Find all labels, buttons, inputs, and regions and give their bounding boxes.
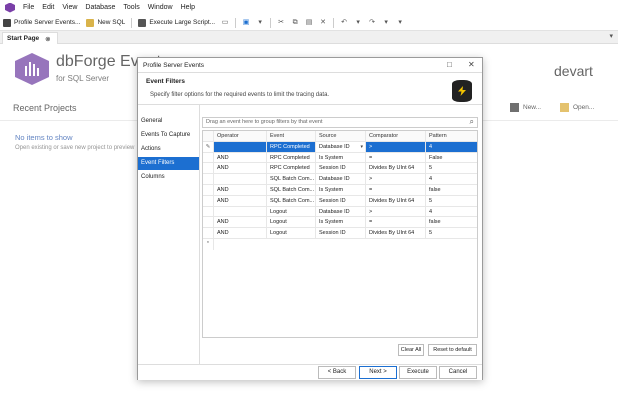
group-by-panel[interactable]: Drag an event here to group filters by t…: [202, 117, 478, 128]
new-sql-icon: [86, 18, 95, 27]
toolbar-separator: [131, 17, 133, 28]
menu-window[interactable]: Window: [144, 4, 177, 11]
close-icon[interactable]: ✕: [468, 60, 475, 69]
table-row[interactable]: Logout Database ID > 4: [203, 206, 477, 218]
table-row[interactable]: SQL Batch Com... Database ID > 4: [203, 174, 477, 185]
group-by-placeholder: Drag an event here to group filters by t…: [206, 119, 323, 125]
chevron-down-icon[interactable]: ▾: [360, 142, 363, 152]
next-button[interactable]: Next >: [359, 366, 397, 379]
redo-icon[interactable]: ↷: [366, 17, 378, 29]
execute-script-icon: [138, 18, 147, 27]
toolbar: Profile Server Events... New SQL Execute…: [0, 15, 618, 31]
column-event[interactable]: Event: [267, 131, 316, 141]
undo-dropdown-icon[interactable]: ▾: [352, 17, 364, 29]
column-source[interactable]: Source: [316, 131, 366, 141]
dropdown-arrow-icon[interactable]: ▾: [254, 17, 266, 29]
close-tab-icon[interactable]: ⊗: [45, 35, 50, 43]
tab-list-dropdown-icon[interactable]: ▾: [609, 32, 613, 40]
menu-file[interactable]: File: [19, 4, 38, 11]
source-dropdown[interactable]: Database ID ▾: [316, 141, 366, 152]
dialog-footer: < Back Next > Execute Cancel: [138, 364, 482, 380]
event-filters-panel: Drag an event here to group filters by t…: [202, 114, 478, 360]
tab-start-page[interactable]: Start Page ⊗: [2, 32, 58, 44]
menu-tools[interactable]: Tools: [119, 4, 143, 11]
new-document-icon[interactable]: ▭: [219, 17, 231, 29]
copy-icon[interactable]: ⧉: [289, 17, 301, 29]
column-operator[interactable]: Operator: [214, 131, 267, 141]
table-row[interactable]: AND Logout Session ID Divides By UInt 64…: [203, 228, 477, 239]
menu-database[interactable]: Database: [81, 4, 119, 11]
toolbar-overflow-icon[interactable]: ▾: [394, 17, 406, 29]
menu-help[interactable]: Help: [177, 4, 199, 11]
grid-header: Operator Event Source Comparator Pattern: [203, 131, 477, 142]
wizard-nav: General Events To Capture Actions Event …: [138, 105, 200, 365]
dialog-title: Profile Server Events: [143, 61, 205, 69]
back-button[interactable]: < Back: [318, 366, 356, 379]
profile-server-events-dialog: Profile Server Events □ ✕ Event Filters …: [137, 57, 483, 380]
toolbar-separator: [235, 17, 237, 28]
cut-icon[interactable]: ✂: [275, 17, 287, 29]
redo-dropdown-icon[interactable]: ▾: [380, 17, 392, 29]
save-icon[interactable]: ▣: [240, 17, 252, 29]
document-tab-strip: Start Page ⊗ ▾: [0, 31, 618, 44]
clear-all-button[interactable]: Clear All: [398, 344, 424, 356]
cancel-button[interactable]: Cancel: [439, 366, 477, 379]
filters-grid: Operator Event Source Comparator Pattern…: [202, 130, 478, 338]
new-row-asterisk-icon: *: [203, 238, 214, 250]
reset-to-default-button[interactable]: Reset to default: [428, 344, 477, 356]
nav-event-filters[interactable]: Event Filters: [138, 157, 199, 170]
execute-large-script-button[interactable]: Execute Large Script...: [135, 16, 218, 30]
nav-columns[interactable]: Columns: [138, 171, 199, 184]
table-row[interactable]: AND RPC Completed Is System = False: [203, 152, 477, 164]
table-row[interactable]: AND Logout Is System = false: [203, 217, 477, 229]
new-row[interactable]: *: [203, 238, 477, 250]
dialog-header: Event Filters Specify filter options for…: [138, 73, 482, 105]
toolbar-separator: [270, 17, 272, 28]
menu-bar: File Edit View Database Tools Window Hel…: [0, 0, 618, 15]
paste-icon[interactable]: ▤: [303, 17, 315, 29]
menu-edit[interactable]: Edit: [38, 4, 58, 11]
nav-events-to-capture[interactable]: Events To Capture: [138, 129, 199, 142]
dialog-header-title: Event Filters: [146, 78, 186, 85]
dialog-header-subtitle: Specify filter options for the required …: [150, 92, 330, 98]
nav-actions[interactable]: Actions: [138, 143, 199, 156]
column-pattern[interactable]: Pattern: [426, 131, 477, 141]
maximize-icon[interactable]: □: [447, 60, 452, 69]
profile-icon: [3, 18, 11, 27]
menu-view[interactable]: View: [58, 4, 81, 11]
undo-icon[interactable]: ↶: [338, 17, 350, 29]
delete-icon[interactable]: ✕: [317, 17, 329, 29]
search-icon[interactable]: ⌕: [470, 117, 474, 126]
execute-button[interactable]: Execute: [399, 366, 437, 379]
table-row[interactable]: ✎ RPC Completed Database ID ▾ > 4: [203, 141, 477, 153]
table-row[interactable]: AND RPC Completed Session ID Divides By …: [203, 163, 477, 175]
edit-row-icon: ✎: [203, 141, 214, 152]
table-row[interactable]: AND SQL Batch Com... Session ID Divides …: [203, 195, 477, 207]
toolbar-separator: [333, 17, 335, 28]
app-logo-icon: [5, 2, 15, 13]
table-row[interactable]: AND SQL Batch Com... Is System = false: [203, 184, 477, 196]
dialog-title-bar: Profile Server Events □ ✕: [138, 58, 482, 73]
tab-start-page-label: Start Page: [7, 35, 40, 42]
profile-server-events-button[interactable]: Profile Server Events...: [0, 16, 83, 30]
database-events-icon: [452, 80, 472, 102]
nav-general[interactable]: General: [138, 115, 199, 128]
column-comparator[interactable]: Comparator: [366, 131, 426, 141]
new-sql-button[interactable]: New SQL: [83, 16, 128, 30]
